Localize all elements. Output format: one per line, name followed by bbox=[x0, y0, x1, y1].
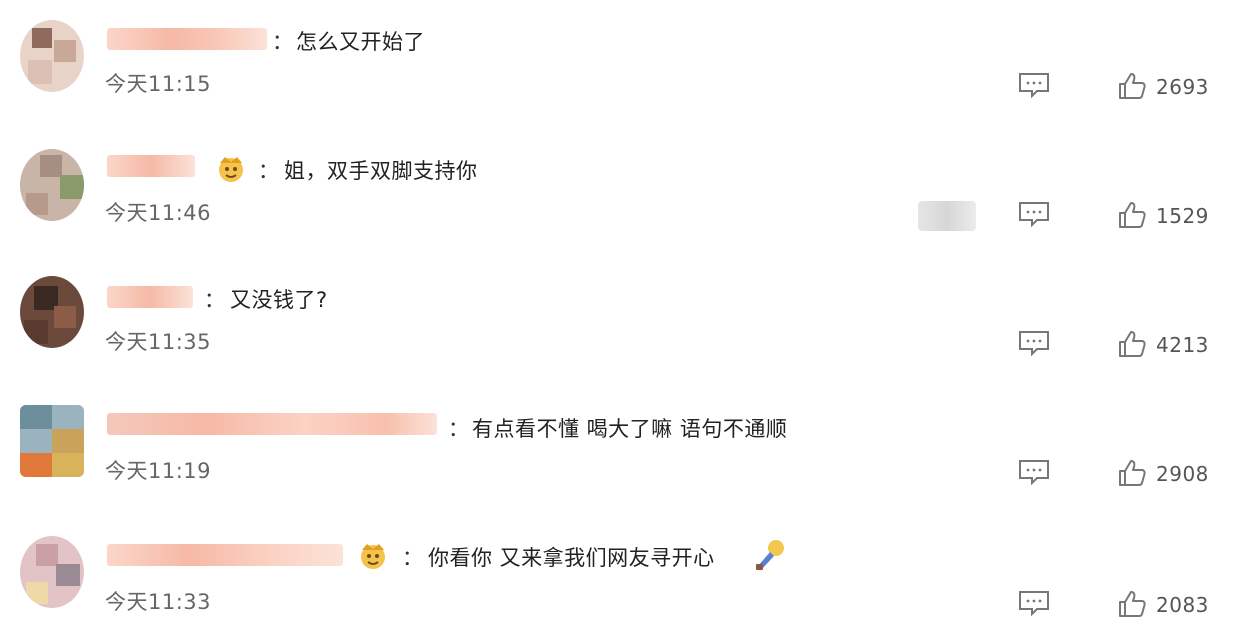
like-count: 2693 bbox=[1156, 75, 1209, 99]
crown-emoji-icon bbox=[361, 544, 385, 569]
comment-item: ： 又没钱了? 今天11:35 4213 bbox=[0, 258, 1242, 387]
thumbs-up-icon[interactable] bbox=[1117, 200, 1147, 230]
like-count: 4213 bbox=[1156, 333, 1209, 357]
avatar[interactable] bbox=[20, 536, 84, 608]
microphone-emoji-icon bbox=[756, 540, 784, 570]
separator: ： bbox=[272, 30, 293, 54]
username-blurred[interactable] bbox=[107, 155, 195, 177]
comment-icon[interactable] bbox=[1018, 459, 1050, 485]
thumbs-up-icon[interactable] bbox=[1117, 458, 1147, 488]
comment-icon[interactable] bbox=[1018, 201, 1050, 227]
comment-time: 今天11:46 bbox=[105, 201, 212, 225]
like-count: 2908 bbox=[1156, 462, 1209, 486]
comment-item: ： 有点看不懂 喝大了嘛 语句不通顺 今天11:19 2908 bbox=[0, 387, 1242, 516]
like-count: 1529 bbox=[1156, 204, 1209, 228]
comment-item: ： 姐，双手双脚支持你 今天11:46 1529 bbox=[0, 129, 1242, 258]
comment-text: 姐，双手双脚支持你 bbox=[284, 159, 478, 183]
separator: ： bbox=[204, 288, 225, 312]
separator: ： bbox=[402, 546, 423, 570]
comment-text: 有点看不懂 喝大了嘛 语句不通顺 bbox=[472, 417, 788, 441]
comment-item: ： 怎么又开始了 今天11:15 2693 bbox=[0, 0, 1242, 129]
thumbs-up-icon[interactable] bbox=[1117, 589, 1147, 619]
comment-text: 怎么又开始了 bbox=[296, 30, 425, 54]
username-blurred[interactable] bbox=[107, 28, 267, 50]
comment-text: 又没钱了? bbox=[230, 288, 328, 312]
comment-text: 你看你 又来拿我们网友寻开心 bbox=[428, 546, 715, 570]
separator: ： bbox=[448, 417, 469, 441]
avatar[interactable] bbox=[20, 276, 84, 348]
comment-icon[interactable] bbox=[1018, 330, 1050, 356]
username-blurred[interactable] bbox=[107, 286, 193, 308]
comment-time: 今天11:15 bbox=[105, 72, 212, 96]
comment-time: 今天11:35 bbox=[105, 330, 212, 354]
separator: ： bbox=[258, 159, 279, 183]
username-blurred[interactable] bbox=[107, 544, 343, 566]
comment-icon[interactable] bbox=[1018, 590, 1050, 616]
comment-time: 今天11:19 bbox=[105, 459, 212, 483]
blurred-content bbox=[918, 201, 976, 231]
comment-time: 今天11:33 bbox=[105, 590, 212, 614]
thumbs-up-icon[interactable] bbox=[1117, 329, 1147, 359]
avatar[interactable] bbox=[20, 405, 84, 477]
avatar[interactable] bbox=[20, 149, 84, 221]
crown-emoji-icon bbox=[219, 157, 243, 182]
comment-icon[interactable] bbox=[1018, 72, 1050, 98]
comment-item: ： 你看你 又来拿我们网友寻开心 今天11:33 2083 bbox=[0, 516, 1242, 630]
like-count: 2083 bbox=[1156, 593, 1209, 617]
username-blurred[interactable] bbox=[107, 413, 437, 435]
thumbs-up-icon[interactable] bbox=[1117, 71, 1147, 101]
avatar[interactable] bbox=[20, 20, 84, 92]
